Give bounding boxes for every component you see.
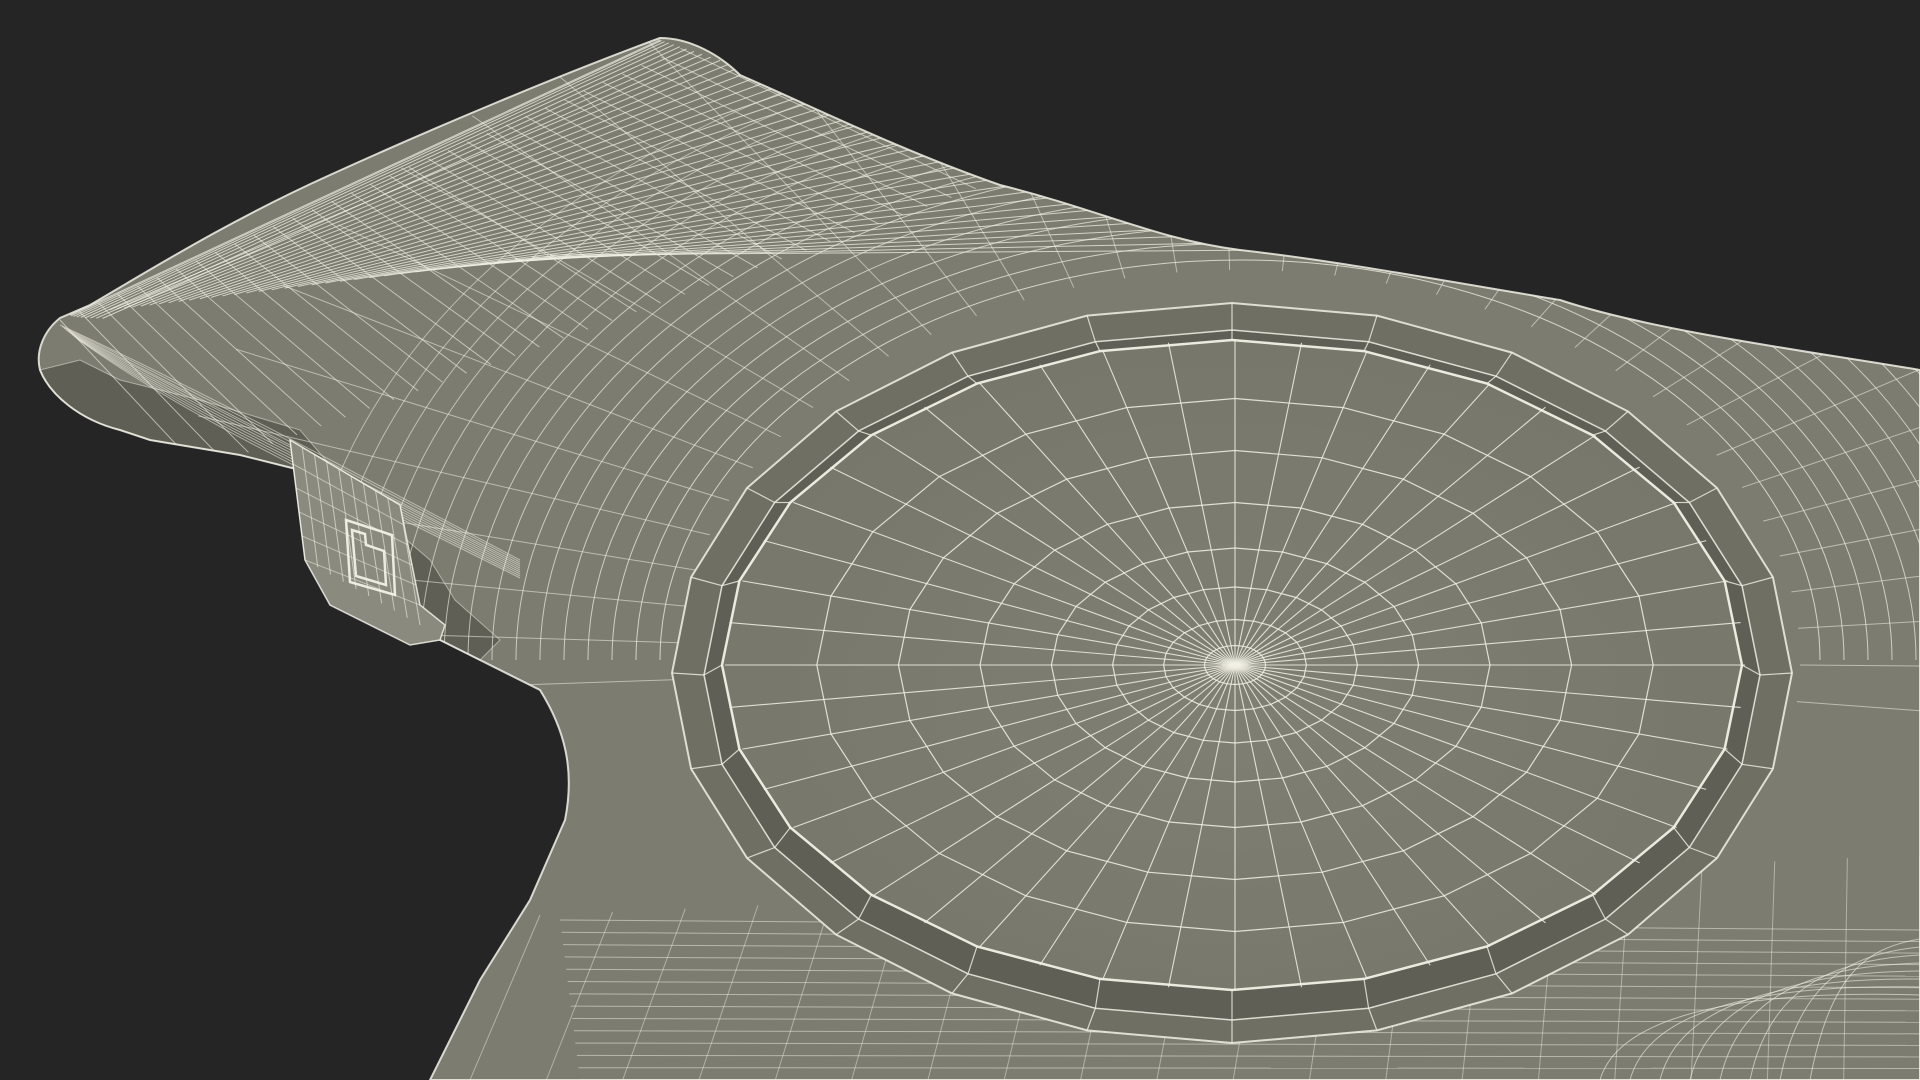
- wireframe-render: [0, 0, 1920, 1080]
- viewport-3d[interactable]: [0, 0, 1920, 1080]
- circular-recess: [670, 301, 1794, 1045]
